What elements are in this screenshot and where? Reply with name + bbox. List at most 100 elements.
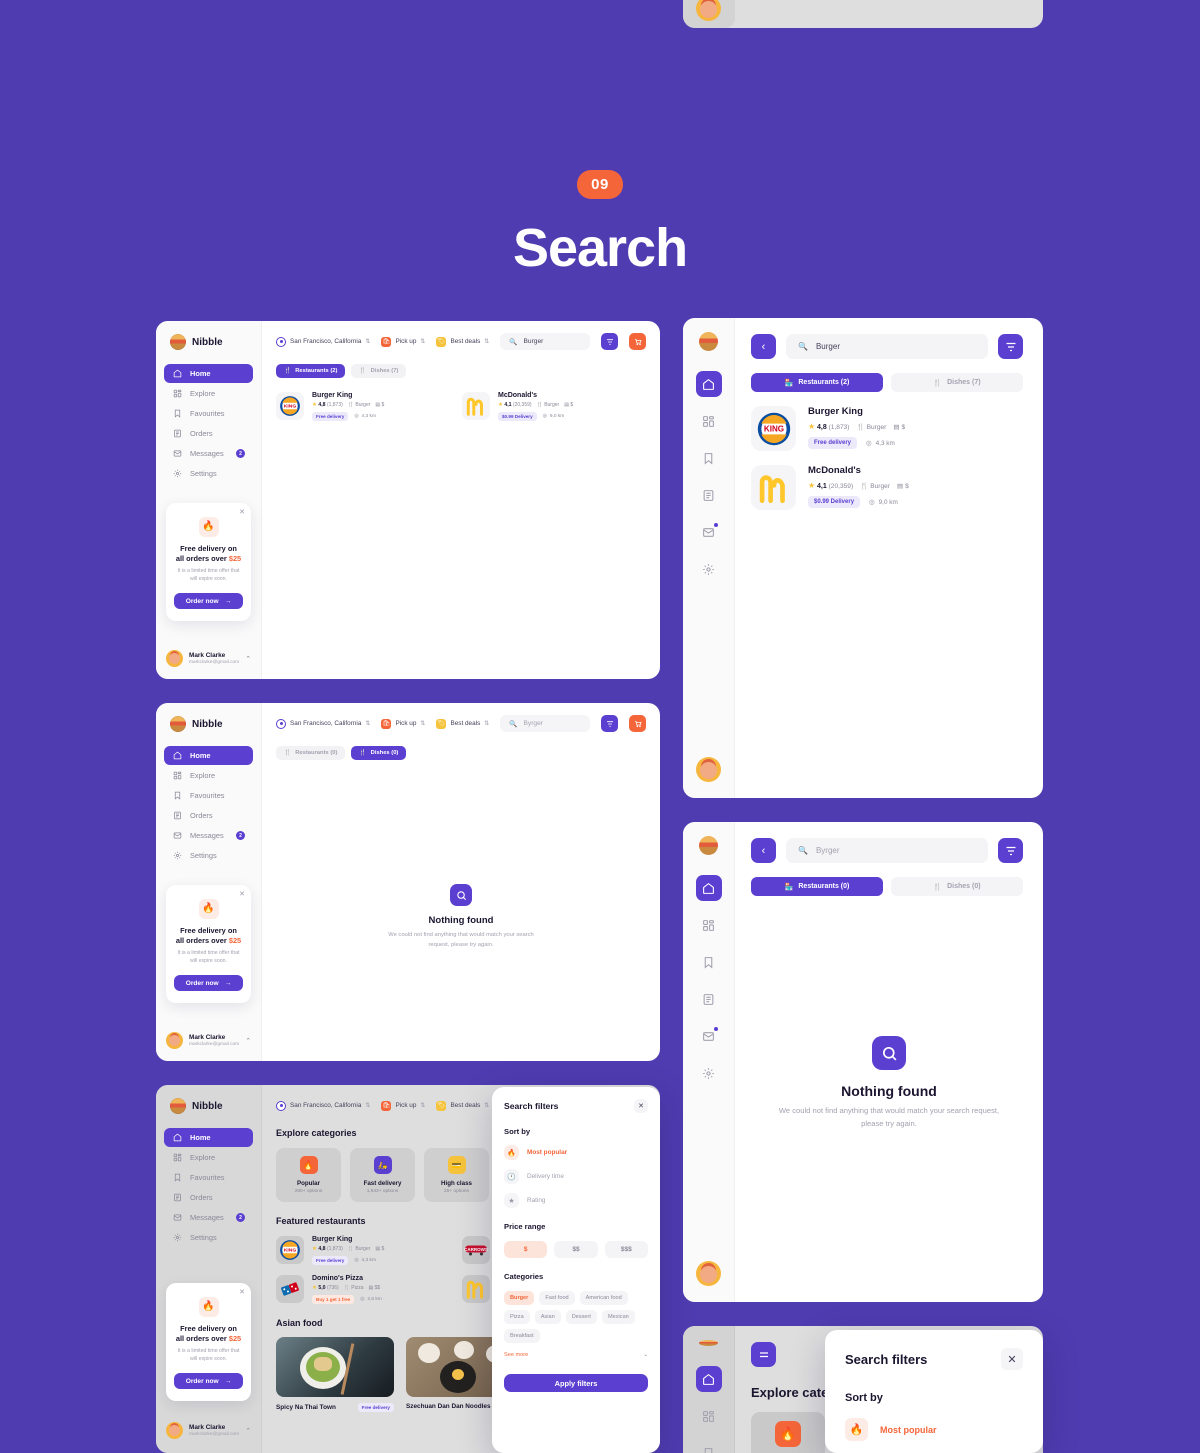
tab-dishes[interactable]: 🍴 Dishes (7) xyxy=(891,373,1023,392)
tab-restaurants[interactable]: 🍴 Restaurants (2) xyxy=(276,364,346,378)
restaurant-card[interactable]: KING Burger King ★ 4,8 (1,873) 🍴 Burger … xyxy=(276,392,436,421)
category-chip-dessert[interactable]: Dessert xyxy=(565,1310,597,1324)
filter-button[interactable] xyxy=(998,838,1023,863)
hamburger-menu-icon[interactable] xyxy=(751,1342,776,1367)
burger-icon[interactable] xyxy=(699,332,718,351)
chevron-updown-icon[interactable]: ⌃ xyxy=(245,655,251,663)
tab-restaurants[interactable]: 🍴 Restaurants (0) xyxy=(276,746,346,760)
search-input[interactable]: 🔍 Burger xyxy=(500,333,590,350)
sidebar-item-explore[interactable]: Explore xyxy=(164,1148,253,1167)
sidebar-item-favourites[interactable]: Favourites xyxy=(164,1168,253,1187)
search-input[interactable]: 🔍 Byrger xyxy=(500,715,590,732)
burger-icon[interactable] xyxy=(699,836,718,855)
location-selector[interactable]: San Francisco, California ⇅ xyxy=(276,1100,370,1111)
close-icon[interactable]: ✕ xyxy=(239,890,245,898)
user-profile[interactable]: Mark Clarke markclarke@gmail.com ⌃ xyxy=(166,1422,251,1439)
category-card[interactable]: 🔥 xyxy=(751,1412,825,1453)
brand[interactable]: Nibble xyxy=(156,703,261,732)
apply-filters-button[interactable]: Apply filters xyxy=(504,1374,648,1392)
tab-dishes[interactable]: 🍴 Dishes (0) xyxy=(891,877,1023,896)
tab-restaurants[interactable]: 🏪 Restaurants (0) xyxy=(751,877,883,896)
sort-option-rating[interactable]: ★ Rating xyxy=(504,1193,648,1208)
sidebar-item-settings[interactable]: Settings xyxy=(164,846,253,865)
sidebar-item-orders[interactable] xyxy=(696,482,722,508)
sidebar-item-orders[interactable]: Orders xyxy=(164,806,253,825)
sidebar-item-favourites[interactable]: Favourites xyxy=(164,404,253,423)
close-icon[interactable]: ✕ xyxy=(239,1288,245,1296)
sidebar-item-messages[interactable]: Messages 2 xyxy=(164,1208,253,1227)
user-profile[interactable]: Mark Clarke markclarke@gmail.com ⌃ xyxy=(166,650,251,667)
dish-card[interactable]: Spicy Na Thai Town Free delivery xyxy=(276,1337,394,1412)
sidebar-item-favourites[interactable] xyxy=(696,949,722,975)
sidebar-item-settings[interactable]: Settings xyxy=(164,464,253,483)
brand[interactable]: Nibble xyxy=(156,321,261,350)
delivery-method-selector[interactable]: 🛍 Pick up ⇅ xyxy=(381,1100,425,1111)
location-selector[interactable]: San Francisco, California ⇅ xyxy=(276,718,370,729)
sidebar-item-favourites[interactable] xyxy=(696,445,722,471)
chevron-updown-icon[interactable]: ⌃ xyxy=(245,1427,251,1435)
avatar[interactable] xyxy=(696,1261,721,1286)
sidebar-item-favourites[interactable] xyxy=(696,1440,722,1453)
order-now-button[interactable]: Order now → xyxy=(174,1373,243,1389)
deals-selector[interactable]: 🏷 Best deals ⇅ xyxy=(436,1100,489,1111)
restaurant-card[interactable]: KING Burger King ★ 4,8 (1,873) 🍴 Burger … xyxy=(276,1236,436,1265)
restaurant-card[interactable]: KING Burger King ★ 4,8 (1,873) 🍴 Burger … xyxy=(751,406,1023,451)
sidebar-item-home[interactable] xyxy=(695,1366,722,1392)
price-option-1[interactable]: $ xyxy=(504,1241,548,1258)
sidebar-item-explore[interactable] xyxy=(696,912,722,938)
delivery-method-selector[interactable]: 🛍 Pick up ⇅ xyxy=(381,718,425,729)
filter-button[interactable] xyxy=(601,715,618,732)
burger-icon[interactable] xyxy=(699,1340,718,1346)
category-chip-fast-food[interactable]: Fast food xyxy=(539,1291,575,1305)
sidebar-item-orders[interactable] xyxy=(696,986,722,1012)
sidebar-item-home[interactable] xyxy=(695,875,722,901)
sidebar-item-messages[interactable]: Messages 2 xyxy=(164,826,253,845)
filter-button[interactable] xyxy=(998,334,1023,359)
category-chip-burger[interactable]: Burger xyxy=(504,1291,535,1305)
sidebar-item-favourites[interactable]: Favourites xyxy=(164,786,253,805)
sort-option-most-popular[interactable]: 🔥 Most popular xyxy=(504,1145,648,1160)
order-now-button[interactable]: Order now → xyxy=(174,593,243,609)
sidebar-item-home[interactable]: Home xyxy=(164,746,253,765)
sidebar-item-home[interactable]: Home xyxy=(164,1128,253,1147)
chevron-updown-icon[interactable]: ⌃ xyxy=(245,1037,251,1045)
restaurant-card[interactable]: Domino's Pizza ★ 5,0 (736) 🍴 Pizza ▤ $$ … xyxy=(276,1275,436,1304)
cart-button[interactable] xyxy=(629,715,646,732)
restaurant-card[interactable]: McDonald's ★ 4,1 (20,359) 🍴 Burger ▤ $ $… xyxy=(751,465,1023,510)
category-chip-breakfast[interactable]: Breakfast xyxy=(504,1329,540,1343)
see-more-button[interactable]: See more ⌄ xyxy=(504,1352,648,1358)
sidebar-item-messages[interactable] xyxy=(696,1023,722,1049)
filter-button[interactable] xyxy=(601,333,618,350)
close-icon[interactable]: ✕ xyxy=(634,1099,648,1113)
sidebar-item-messages[interactable] xyxy=(696,519,722,545)
restaurant-card[interactable]: McDonald's ★ 4,1 (20,359) 🍴 Burger ▤ $ $… xyxy=(462,392,622,421)
sidebar-item-home[interactable]: Home xyxy=(164,364,253,383)
sidebar-item-settings[interactable]: Settings xyxy=(164,1228,253,1247)
tab-dishes[interactable]: 🍴 Dishes (0) xyxy=(351,746,407,760)
cart-button[interactable] xyxy=(629,333,646,350)
sort-option-delivery-time[interactable]: 🕐 Delivery time xyxy=(504,1169,648,1184)
back-button[interactable]: ‹ xyxy=(751,838,776,863)
order-now-button[interactable]: Order now → xyxy=(174,975,243,991)
tab-restaurants[interactable]: 🏪 Restaurants (2) xyxy=(751,373,883,392)
close-icon[interactable]: ✕ xyxy=(239,508,245,516)
search-input[interactable]: 🔍 Burger xyxy=(786,334,988,359)
sidebar-item-settings[interactable] xyxy=(696,1060,722,1086)
sort-option-most-popular[interactable]: 🔥 Most popular xyxy=(845,1418,1023,1441)
search-input[interactable]: 🔍 Byrger xyxy=(786,838,988,863)
tab-dishes[interactable]: 🍴 Dishes (7) xyxy=(351,364,407,378)
price-option-3[interactable]: $$$ xyxy=(604,1241,648,1258)
category-chip-american-food[interactable]: American food xyxy=(579,1291,628,1305)
category-chip-pizza[interactable]: Pizza xyxy=(504,1310,530,1324)
category-card[interactable]: 🛵 Fast delivery 1,843+ options xyxy=(350,1148,415,1202)
sidebar-item-explore[interactable]: Explore xyxy=(164,766,253,785)
category-card[interactable]: 🔥 Popular 280+ options xyxy=(276,1148,341,1202)
price-option-2[interactable]: $$ xyxy=(554,1241,598,1258)
category-card[interactable]: 💳 High class 25+ options xyxy=(424,1148,489,1202)
location-selector[interactable]: San Francisco, California ⇅ xyxy=(276,336,370,347)
sidebar-item-orders[interactable]: Orders xyxy=(164,424,253,443)
back-button[interactable]: ‹ xyxy=(751,334,776,359)
category-chip-mexican[interactable]: Mexican xyxy=(601,1310,635,1324)
sidebar-item-settings[interactable] xyxy=(696,556,722,582)
sidebar-item-explore[interactable] xyxy=(696,1403,722,1429)
